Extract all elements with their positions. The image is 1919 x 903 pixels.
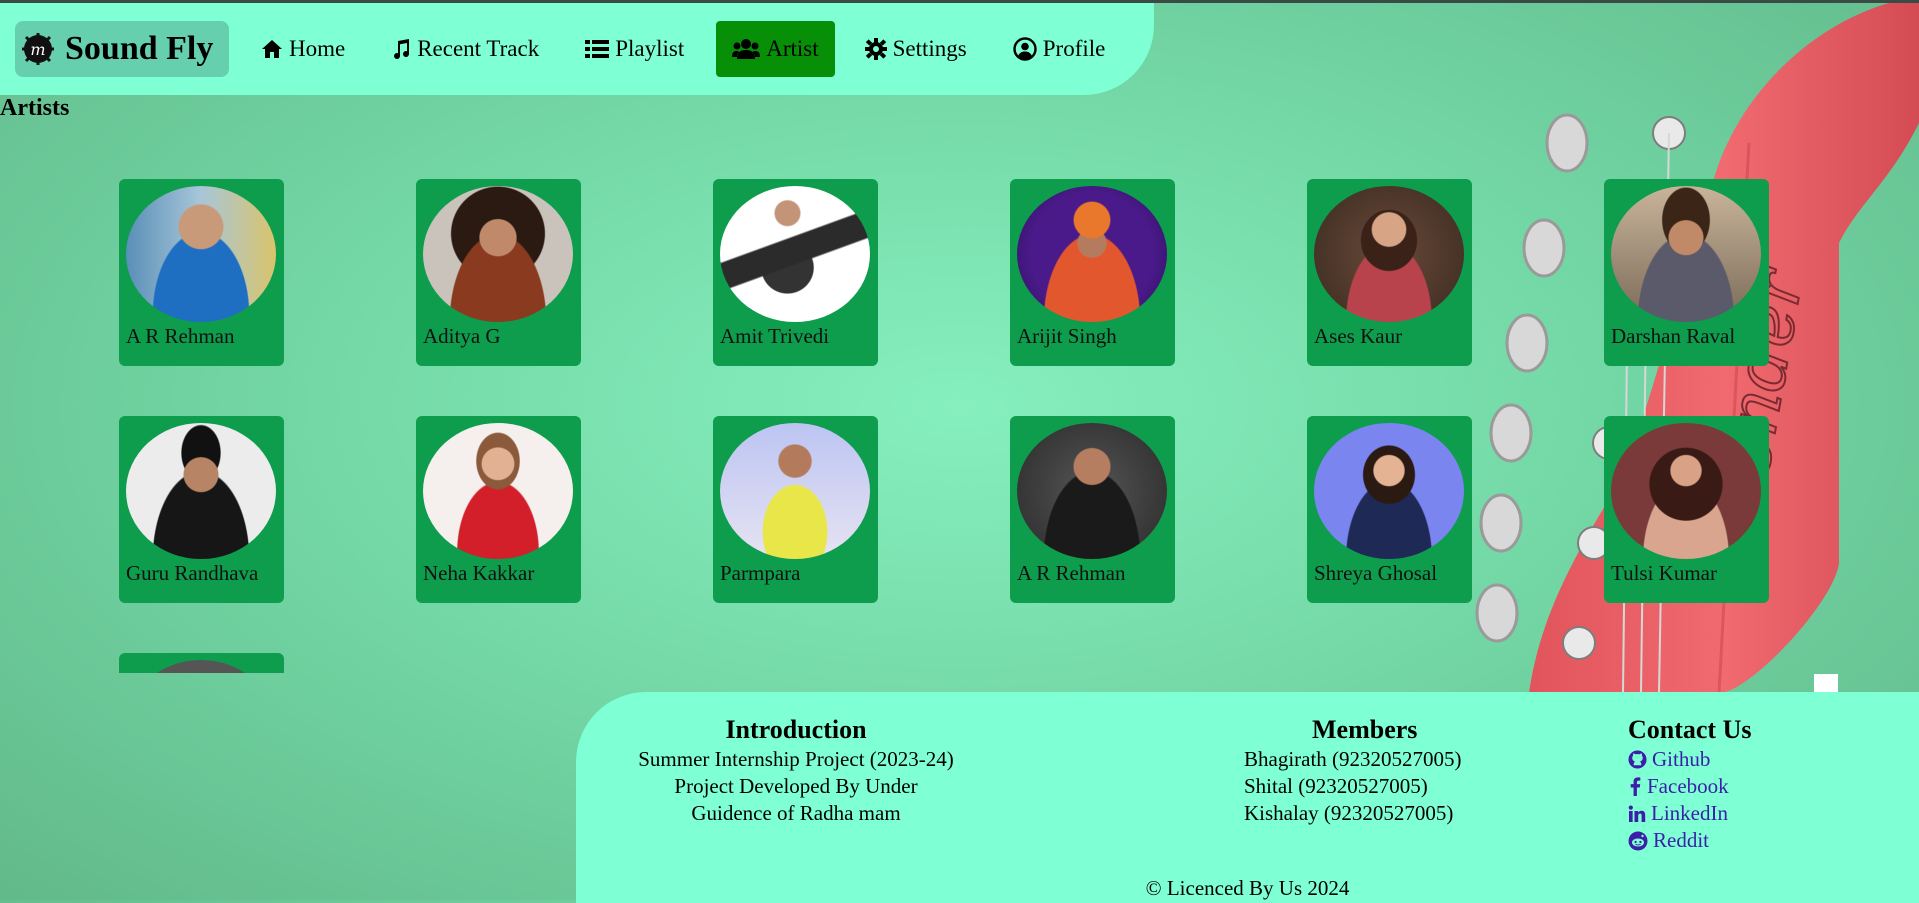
reddit-link[interactable]: Reddit [1628,827,1888,854]
copyright: © Licenced By Us 2024 [1145,876,1350,900]
footer-contact-title: Contact Us [1628,715,1752,744]
footer-member-line: Kishalay (92320527005) [1244,801,1454,825]
footer-members-title: Members [1312,715,1418,744]
artist-card[interactable]: Parmpara [713,416,878,603]
footer-contact: Contact Us Github Facebook LinkedIn Redd… [1628,714,1888,854]
users-icon [732,39,761,59]
artist-card[interactable]: Guru Randhava [119,416,284,603]
nav-profile-label: Profile [1042,36,1106,61]
artist-photo [126,186,276,322]
linkedin-icon [1628,805,1646,822]
artist-photo [1314,186,1464,322]
artist-card[interactable]: Amit Trivedi [713,179,878,366]
nav-playlist[interactable]: Playlist [569,21,700,77]
artist-name: A R Rehman [126,324,235,348]
nav-profile[interactable]: Profile [997,21,1122,77]
artist-name: Darshan Raval [1611,324,1736,348]
facebook-link[interactable]: Facebook [1628,773,1888,800]
nav-settings-label: Settings [892,36,967,61]
footer-introduction-title: Introduction [725,715,867,744]
linkedin-link-label: LinkedIn [1651,801,1728,825]
artist-name: Guru Randhava [126,561,259,585]
brand-logo-icon: m [22,33,54,65]
artist-photo [720,186,870,322]
artist-photo [423,423,573,559]
user-circle-icon [1013,37,1037,61]
svg-text:m: m [30,40,45,59]
footer-member-line: Shital (92320527005) [1244,774,1428,798]
artist-photo [1611,186,1761,322]
nav-home-label: Home [289,36,346,61]
footer: Introduction Summer Internship Project (… [576,692,1919,903]
artist-card[interactable]: Shreya Ghosal [1307,416,1472,603]
nav-recent-track-label: Recent Track [417,36,540,61]
home-icon [262,40,282,58]
artist-card[interactable]: Tulsi Kumar [1604,416,1769,603]
artist-card[interactable]: Ases Kaur [1307,179,1472,366]
artist-card[interactable] [119,653,284,673]
nav-artist-label: Artist [766,36,819,61]
artist-card[interactable]: Darshan Raval [1604,179,1769,366]
reddit-icon [1628,831,1648,850]
footer-introduction: Introduction Summer Internship Project (… [636,714,956,827]
github-link[interactable]: Github [1628,746,1888,773]
brand-name: Sound Fly [65,30,214,67]
artist-name: Shreya Ghosal [1314,561,1438,585]
page-title: Artists [0,95,70,121]
gear-icon [864,38,887,60]
navbar: m Sound Fly Home Recent Track Playlist A… [0,3,1154,95]
artist-name: Parmpara [720,561,801,585]
artist-photo [1611,423,1761,559]
artist-card[interactable]: Aditya G [416,179,581,366]
artist-name: Aditya G [423,324,501,348]
music-note-icon [394,39,410,60]
artist-photo [1017,423,1167,559]
github-icon [1628,750,1647,769]
artist-photo [126,660,276,673]
artist-photo [1017,186,1167,322]
artist-name: Arijit Singh [1017,324,1117,348]
linkedin-link[interactable]: LinkedIn [1628,800,1888,827]
artist-grid: A R Rehman Aditya G Amit Trivedi Arijit … [0,173,1919,673]
footer-introduction-line: Project Developed By Under [674,774,918,798]
artist-card[interactable]: A R Rehman [1010,416,1175,603]
artist-card[interactable]: A R Rehman [119,179,284,366]
artist-name: Neha Kakkar [423,561,535,585]
footer-members: Members Bhagirath (92320527005) Shital (… [1244,714,1564,827]
artist-name: Ases Kaur [1314,324,1403,348]
github-link-label: Github [1652,747,1711,771]
nav-artist[interactable]: Artist [716,21,835,77]
artist-name: Amit Trivedi [720,324,830,348]
footer-member-line: Bhagirath (92320527005) [1244,747,1462,771]
nav-recent-track[interactable]: Recent Track [375,21,555,77]
facebook-link-label: Facebook [1647,774,1729,798]
list-icon [585,40,610,58]
artist-card[interactable]: Arijit Singh [1010,179,1175,366]
artist-photo [1314,423,1464,559]
nav-settings[interactable]: Settings [849,21,983,77]
artist-photo [720,423,870,559]
artist-photo [423,186,573,322]
artist-name: Tulsi Kumar [1611,561,1717,585]
nav-playlist-label: Playlist [615,36,685,61]
facebook-icon [1630,777,1641,796]
artist-name: A R Rehman [1017,561,1126,585]
footer-introduction-line: Guidence of Radha mam [691,801,901,825]
decorative-square [1814,674,1838,692]
artist-card[interactable]: Neha Kakkar [416,416,581,603]
artist-photo [126,423,276,559]
nav-home[interactable]: Home [245,21,361,77]
footer-introduction-line: Summer Internship Project (2023-24) [638,747,954,771]
reddit-link-label: Reddit [1653,828,1709,852]
brand-logo-link[interactable]: m Sound Fly [15,21,229,77]
